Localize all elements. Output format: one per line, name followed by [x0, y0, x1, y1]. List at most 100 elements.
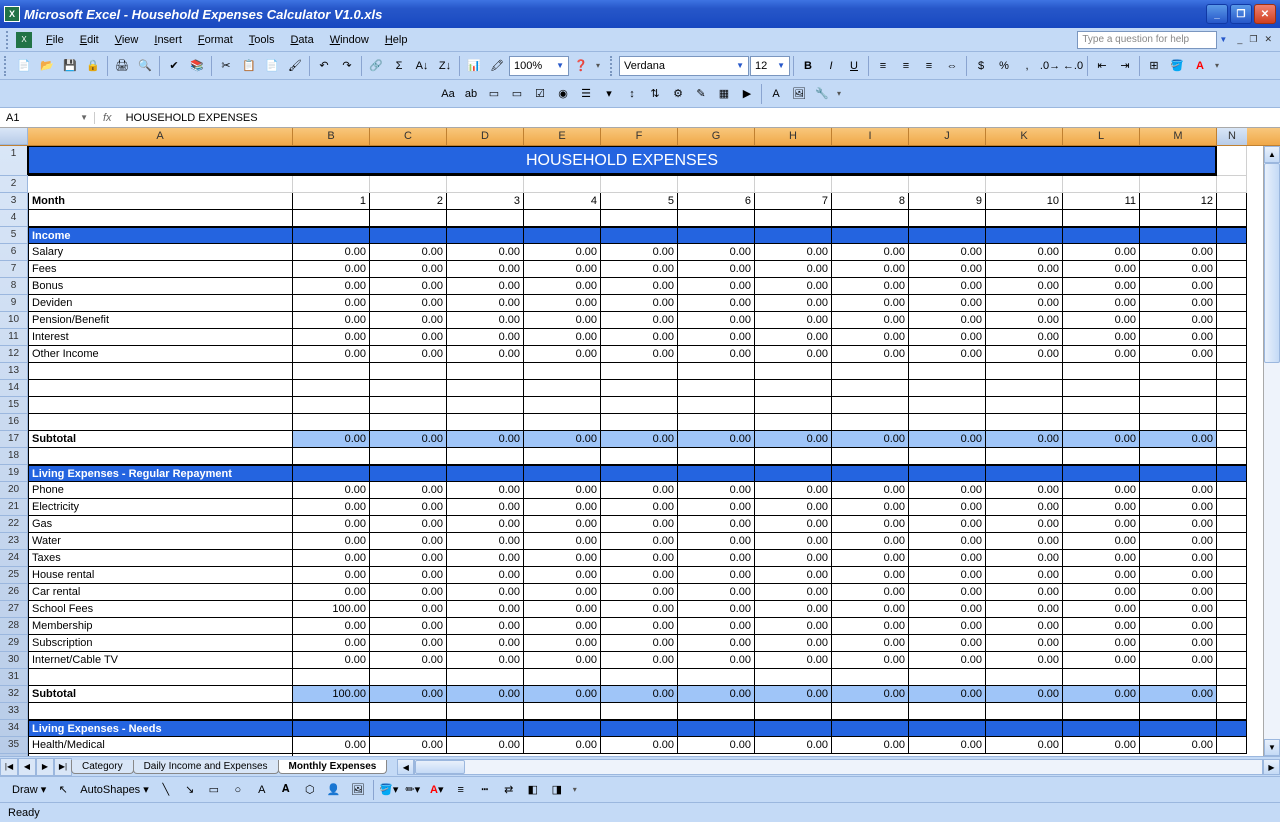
cell[interactable]: 0.00 [909, 329, 986, 346]
title-cell[interactable]: HOUSEHOLD EXPENSES [28, 146, 1217, 176]
cell[interactable]: 0.00 [524, 686, 601, 703]
row-header-12[interactable]: 12 [0, 346, 28, 363]
cell[interactable]: 0.00 [909, 533, 986, 550]
scroll-bar-icon[interactable]: ↕ [621, 83, 643, 105]
autoshapes-menu[interactable]: AutoShapes ▾ [76, 783, 153, 796]
cell[interactable] [1217, 499, 1247, 516]
cell[interactable]: Pension/Benefit [28, 312, 293, 329]
cell[interactable] [524, 176, 601, 193]
cell[interactable]: 0.00 [909, 601, 986, 618]
cell[interactable]: 0.00 [1140, 533, 1217, 550]
cell[interactable]: 0.00 [986, 533, 1063, 550]
cell[interactable]: 0.00 [601, 329, 678, 346]
cell[interactable]: 0.00 [447, 278, 524, 295]
cell[interactable]: 0.00 [909, 346, 986, 363]
cell[interactable] [755, 448, 832, 465]
cell[interactable]: 0.00 [755, 567, 832, 584]
cell[interactable] [524, 380, 601, 397]
cell[interactable]: 0.00 [1140, 278, 1217, 295]
cell[interactable]: Living Expenses - Regular Repayment [28, 465, 293, 482]
cell[interactable] [678, 669, 755, 686]
cell[interactable] [447, 227, 524, 244]
cell[interactable]: 0.00 [986, 244, 1063, 261]
undo-icon[interactable]: ↶ [313, 55, 335, 77]
cell[interactable]: 0.00 [1063, 329, 1140, 346]
row-header-15[interactable]: 15 [0, 397, 28, 414]
cell[interactable]: 0.00 [601, 550, 678, 567]
cell[interactable]: 0.00 [601, 584, 678, 601]
cell[interactable] [909, 210, 986, 227]
cell[interactable] [447, 210, 524, 227]
image-control-icon[interactable]: 🖼 [788, 83, 810, 105]
cell[interactable]: 0.00 [370, 278, 447, 295]
draw-menu[interactable]: Draw ▾ [8, 783, 50, 796]
cell[interactable]: 0.00 [1140, 652, 1217, 669]
align-center-icon[interactable]: ≡ [895, 55, 917, 77]
cell[interactable] [832, 720, 909, 737]
cell[interactable]: 0.00 [909, 295, 986, 312]
cell[interactable] [293, 448, 370, 465]
cell[interactable] [524, 669, 601, 686]
cell[interactable]: 0.00 [832, 516, 909, 533]
cell[interactable] [370, 363, 447, 380]
autosum-icon[interactable]: Σ [388, 55, 410, 77]
vertical-scrollbar[interactable]: ▲ ▼ [1263, 146, 1280, 756]
cell[interactable]: Bonus [28, 278, 293, 295]
cell[interactable]: 0.00 [370, 550, 447, 567]
row-header-31[interactable]: 31 [0, 669, 28, 686]
cell[interactable]: 0.00 [293, 516, 370, 533]
cell[interactable]: Taxes [28, 550, 293, 567]
cell[interactable]: 0.00 [678, 499, 755, 516]
cell[interactable] [601, 465, 678, 482]
cell[interactable] [1217, 635, 1247, 652]
cell[interactable] [293, 397, 370, 414]
sort-desc-icon[interactable]: Z↓ [434, 55, 456, 77]
cell[interactable] [1063, 397, 1140, 414]
cell[interactable]: 0.00 [447, 550, 524, 567]
cell[interactable] [986, 465, 1063, 482]
spelling-icon[interactable]: ✔ [163, 55, 185, 77]
cell[interactable]: 0.00 [755, 635, 832, 652]
menu-data[interactable]: Data [282, 32, 321, 48]
cell[interactable] [1063, 669, 1140, 686]
cell[interactable]: 0.00 [524, 550, 601, 567]
print-icon[interactable]: 🖨 [111, 55, 133, 77]
cell[interactable]: 0.00 [293, 635, 370, 652]
cell[interactable]: 0.00 [370, 312, 447, 329]
cell[interactable]: 0.00 [293, 652, 370, 669]
cell[interactable]: 0.00 [832, 431, 909, 448]
cell[interactable] [447, 363, 524, 380]
row-header-26[interactable]: 26 [0, 584, 28, 601]
cell[interactable]: 0.00 [447, 533, 524, 550]
bold-icon[interactable]: B [797, 55, 819, 77]
cell[interactable] [1063, 227, 1140, 244]
cell[interactable]: 0.00 [1140, 329, 1217, 346]
label-control-icon[interactable]: Aa [437, 83, 459, 105]
cell[interactable]: 0.00 [1140, 737, 1217, 754]
cell[interactable]: 0.00 [1140, 686, 1217, 703]
cell[interactable]: 0.00 [909, 244, 986, 261]
cell[interactable] [601, 448, 678, 465]
cell[interactable]: 0.00 [1140, 584, 1217, 601]
select-objects-icon[interactable]: ↖ [52, 779, 74, 801]
cell[interactable] [1217, 210, 1247, 227]
cell[interactable]: 0.00 [524, 652, 601, 669]
row-header-33[interactable]: 33 [0, 703, 28, 720]
cell[interactable] [524, 227, 601, 244]
cell[interactable]: 0.00 [832, 584, 909, 601]
edit-box-icon[interactable]: ab [460, 83, 482, 105]
cell[interactable] [755, 669, 832, 686]
cell[interactable]: 0.00 [370, 499, 447, 516]
cell[interactable] [909, 176, 986, 193]
cell[interactable]: Car rental [28, 584, 293, 601]
cell[interactable] [678, 414, 755, 431]
cell[interactable]: 0.00 [447, 601, 524, 618]
open-icon[interactable]: 📂 [36, 55, 58, 77]
cell[interactable] [832, 227, 909, 244]
cell[interactable] [1217, 227, 1247, 244]
more-controls-icon[interactable]: 🔧 [811, 83, 833, 105]
cell[interactable]: 0.00 [755, 584, 832, 601]
sheet-tab-monthly-expenses[interactable]: Monthly Expenses [278, 760, 388, 774]
row-header-32[interactable]: 32 [0, 686, 28, 703]
cell[interactable]: 0.00 [678, 346, 755, 363]
